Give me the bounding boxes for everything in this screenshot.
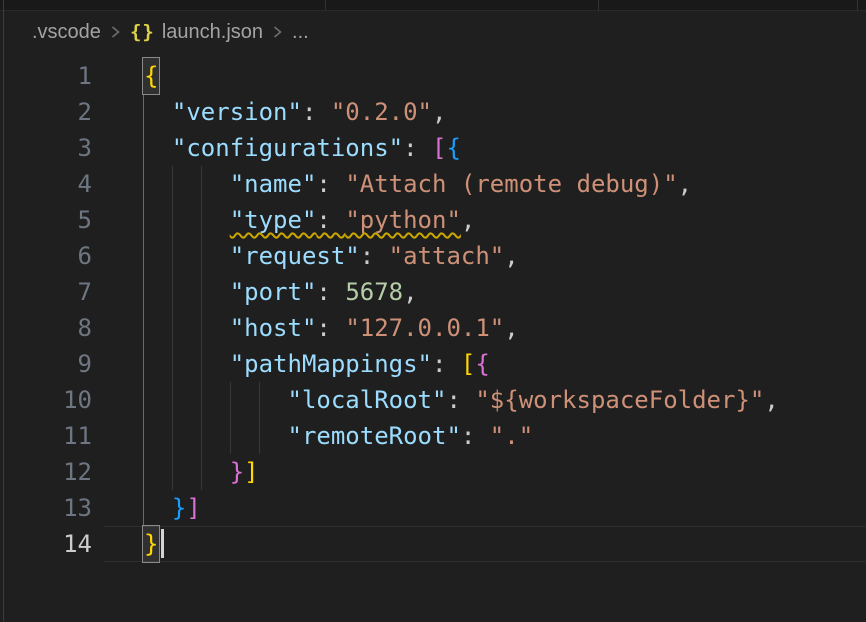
code-line-13[interactable]: }] [143, 490, 866, 526]
token-key: "port" [230, 278, 317, 306]
token-punct: , [504, 314, 518, 342]
token-punct: : [316, 170, 345, 198]
token-bracket1: [ [461, 350, 475, 378]
line-number[interactable]: 13 [0, 490, 92, 526]
tab-separator [325, 0, 326, 10]
line-number[interactable]: 12 [0, 454, 92, 490]
code-line-9[interactable]: "pathMappings": [{ [143, 346, 866, 382]
code-line-5[interactable]: "type": "python", [143, 202, 866, 238]
token-punct: : [432, 350, 461, 378]
token-key: "request" [230, 242, 360, 270]
token-ws [143, 494, 172, 522]
token-bracket3: } [172, 494, 186, 522]
token-punct: : [302, 98, 331, 126]
token-bracket2: { [475, 350, 489, 378]
line-number[interactable]: 9 [0, 346, 92, 382]
token-ws [143, 98, 172, 126]
code-line-3[interactable]: "configurations": [{ [143, 130, 866, 166]
token-punct: , [461, 206, 475, 234]
code-line-14[interactable]: } [143, 526, 866, 562]
token-string: "attach" [389, 242, 505, 270]
code-line-7[interactable]: "port": 5678, [143, 274, 866, 310]
token-bracket2: [ [432, 134, 446, 162]
token-bracket3: { [446, 134, 460, 162]
code-line-1[interactable]: { [143, 58, 866, 94]
token-key: "remoteRoot" [288, 422, 461, 450]
code-line-4[interactable]: "name": "Attach (remote debug)", [143, 166, 866, 202]
token-ws [143, 206, 230, 234]
token-ws [143, 278, 230, 306]
token-punct: : [316, 278, 345, 306]
vscode-editor-window: .vscode{}launch.json... 1234567891011121… [0, 0, 866, 622]
line-number[interactable]: 14 [0, 526, 92, 562]
token-punct: : [360, 242, 389, 270]
token-bracket1-bracket-match: { [143, 58, 159, 94]
token-key: "type" [230, 206, 317, 234]
tab-separator [598, 0, 599, 10]
code-line-8[interactable]: "host": "127.0.0.1", [143, 310, 866, 346]
token-ws [143, 350, 230, 378]
token-key: "host" [230, 314, 317, 342]
token-ws [143, 314, 230, 342]
token-string: "${workspaceFolder}" [475, 386, 764, 414]
text-cursor [161, 529, 164, 558]
token-bracket2: ] [186, 494, 200, 522]
token-bracket1-bracket-match: } [143, 526, 159, 562]
token-punct: , [403, 278, 417, 306]
token-string: "python" [345, 206, 461, 234]
token-punct: , [764, 386, 778, 414]
token-punct: : [316, 314, 345, 342]
token-ws [143, 134, 172, 162]
token-punct: , [504, 242, 518, 270]
line-number[interactable]: 2 [0, 94, 92, 130]
line-number[interactable]: 10 [0, 382, 92, 418]
tab-separator [857, 0, 858, 10]
token-key: "localRoot" [288, 386, 447, 414]
line-number[interactable]: 11 [0, 418, 92, 454]
token-punct: : [446, 386, 475, 414]
token-string: "127.0.0.1" [345, 314, 504, 342]
line-number-gutter[interactable]: 1234567891011121314 [0, 58, 92, 562]
code-line-11[interactable]: "remoteRoot": "." [143, 418, 866, 454]
token-punct: : [403, 134, 432, 162]
code-line-2[interactable]: "version": "0.2.0", [143, 94, 866, 130]
token-punct: , [432, 98, 446, 126]
line-number[interactable]: 7 [0, 274, 92, 310]
token-punct: , [678, 170, 692, 198]
token-punct: : [316, 206, 345, 234]
line-number[interactable]: 6 [0, 238, 92, 274]
token-key: "pathMappings" [230, 350, 432, 378]
line-number[interactable]: 1 [0, 58, 92, 94]
token-ws [143, 170, 230, 198]
code-line-6[interactable]: "request": "attach", [143, 238, 866, 274]
token-key: "name" [230, 170, 317, 198]
token-ws [143, 386, 288, 414]
token-ws [143, 458, 230, 486]
token-key: "configurations" [172, 134, 403, 162]
code-line-12[interactable]: }] [143, 454, 866, 490]
code-area[interactable]: { "version": "0.2.0", "configurations": … [143, 58, 866, 562]
token-number: 5678 [345, 278, 403, 306]
code-line-10[interactable]: "localRoot": "${workspaceFolder}", [143, 382, 866, 418]
token-string: "0.2.0" [331, 98, 432, 126]
token-ws [143, 422, 288, 450]
editor[interactable]: 1234567891011121314 { "version": "0.2.0"… [0, 11, 866, 622]
line-number[interactable]: 4 [0, 166, 92, 202]
token-key: "version" [172, 98, 302, 126]
line-number[interactable]: 5 [0, 202, 92, 238]
token-ws [143, 242, 230, 270]
line-number[interactable]: 3 [0, 130, 92, 166]
line-number[interactable]: 8 [0, 310, 92, 346]
token-punct: : [461, 422, 490, 450]
tab-bar [0, 0, 866, 11]
token-bracket1: ] [244, 458, 258, 486]
token-string: "Attach (remote debug)" [345, 170, 677, 198]
token-string: "." [490, 422, 533, 450]
token-bracket2: } [230, 458, 244, 486]
